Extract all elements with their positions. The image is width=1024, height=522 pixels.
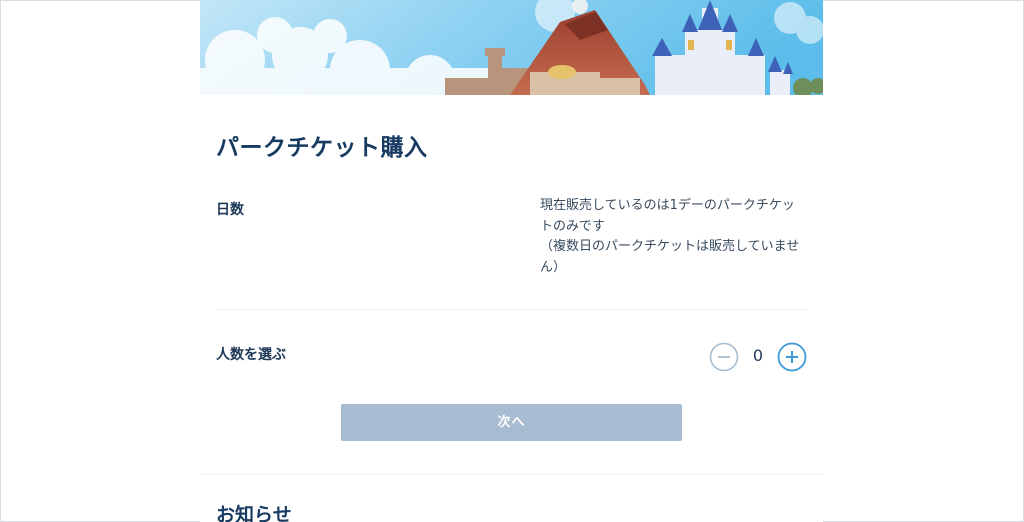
people-label: 人数を選ぶ [216,347,286,363]
page-title: パークチケット購入 [216,135,428,161]
days-note: 現在販売しているのは1デーのパークチケッ トのみです （複数日のパークチケットは… [540,196,810,278]
hero-illustration [200,0,823,95]
days-note-line: トのみです [540,218,606,234]
news-heading: お知らせ [216,504,292,522]
days-note-line: ん） [540,259,567,275]
people-stepper: 0 [709,342,807,372]
ticket-page: パークチケット購入 日数 現在販売しているのは1デーのパークチケッ トのみです … [200,0,823,522]
people-count: 0 [752,346,764,365]
increase-button[interactable] [777,342,807,372]
plus-circle-icon [777,342,807,372]
decrease-button[interactable] [709,342,739,372]
minus-circle-icon [709,342,739,372]
next-button[interactable]: 次へ [341,404,682,441]
hero-banner [200,0,823,95]
section-divider [200,474,823,475]
days-label: 日数 [216,202,244,218]
section-divider [216,309,808,310]
days-note-line: （複数日のパークチケットは販売していませ [540,239,800,254]
days-note-line: 現在販売しているのは1デーのパークチケッ [540,198,795,213]
